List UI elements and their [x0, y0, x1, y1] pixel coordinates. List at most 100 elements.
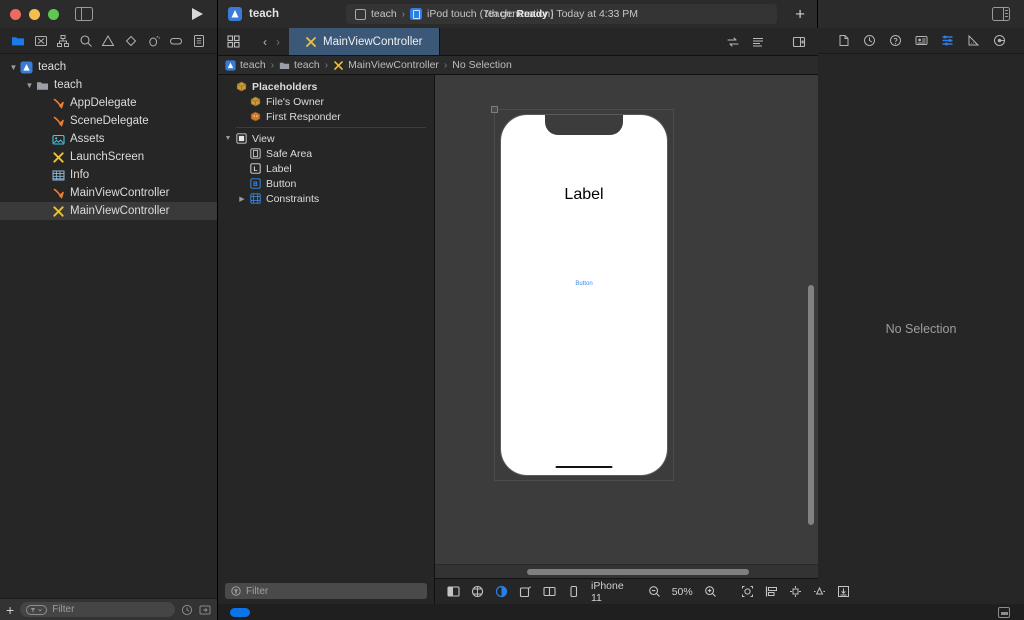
quick-help-icon[interactable] [888, 33, 903, 48]
resolve-icon[interactable] [813, 585, 826, 599]
zoom-out-icon[interactable] [648, 585, 661, 599]
status-chip[interactable] [230, 608, 250, 617]
device-notch [545, 115, 623, 135]
destination-selector[interactable]: iPod touch (7th generation) [410, 8, 554, 20]
navigator-row-label: Info [70, 169, 89, 181]
canvas-vertical-scrollbar[interactable] [808, 285, 814, 525]
outline-row[interactable]: First Responder [218, 109, 434, 124]
storyboard-icon [305, 36, 317, 48]
warning-icon[interactable] [101, 33, 116, 48]
inspector-toggle-icon[interactable] [992, 7, 1010, 21]
device-preview[interactable]: Label Button [501, 115, 667, 475]
outline-filter-field[interactable]: Filter [225, 583, 427, 599]
project-navigator-tree[interactable]: ▼teach▼teachAppDelegateSceneDelegateAsse… [0, 54, 217, 598]
source-control-icon[interactable] [33, 33, 48, 48]
navigator-row[interactable]: ▼teach [0, 76, 217, 94]
contrast-icon[interactable] [495, 585, 508, 599]
zoom-in-icon[interactable] [704, 585, 717, 599]
align-icon[interactable] [765, 585, 778, 599]
grid-icon[interactable] [227, 35, 240, 48]
disclosure-triangle-icon[interactable]: ▼ [24, 81, 35, 90]
folder-icon[interactable] [11, 33, 26, 48]
embed-icon[interactable] [789, 585, 802, 599]
disclosure-triangle-icon[interactable]: ▼ [222, 135, 234, 142]
hierarchy-icon[interactable] [56, 33, 71, 48]
outline-row[interactable]: Safe Area [218, 146, 434, 161]
outline-row[interactable]: LLabel [218, 161, 434, 176]
forward-chevron-icon[interactable]: › [276, 35, 280, 49]
unsaved-icon[interactable] [199, 604, 211, 616]
outline-row[interactable]: File's Owner [218, 94, 434, 109]
add-button[interactable]: + [795, 6, 805, 23]
jumpbar-separator: › [271, 60, 274, 71]
outline-filter-placeholder: Filter [246, 586, 268, 597]
file-inspector-icon[interactable] [836, 33, 851, 48]
canvas-device-label[interactable]: iPhone 11 [591, 580, 624, 604]
assistant-icon[interactable] [726, 35, 740, 49]
run-button[interactable] [192, 8, 203, 20]
close-button[interactable] [10, 9, 21, 20]
add-file-button[interactable]: + [6, 603, 14, 617]
outline-row[interactable]: Placeholders [218, 79, 434, 94]
navigator-row[interactable]: ▼teach [0, 58, 217, 76]
breakpoint-icon[interactable] [124, 33, 139, 48]
navigator-row[interactable]: Info [0, 166, 217, 184]
identity-inspector-icon[interactable] [914, 33, 929, 48]
navigator-row[interactable]: Assets [0, 130, 217, 148]
jumpbar-item[interactable]: MainViewController [333, 59, 439, 71]
navigator-panel: ▼teach▼teachAppDelegateSceneDelegateAsse… [0, 28, 218, 620]
fit-icon[interactable] [741, 585, 754, 599]
preview-button[interactable]: Button [501, 281, 667, 287]
scheme-selector[interactable]: teach [355, 8, 397, 20]
editor-tab-mainviewcontroller[interactable]: MainViewController [289, 28, 440, 55]
xcode-window: teach teach › iPod touch (7th generation… [0, 0, 1024, 620]
outline-row[interactable]: BButton [218, 176, 434, 191]
size-inspector-icon[interactable] [966, 33, 981, 48]
jumpbar-item[interactable]: teach [225, 59, 266, 71]
outline-row[interactable]: ▶Constraints [218, 191, 434, 206]
canvas-horizontal-scroll-track [435, 564, 818, 578]
canvas-selection-handle[interactable] [491, 106, 498, 113]
outline-row[interactable]: ▼View [218, 131, 434, 146]
minimize-button[interactable] [29, 9, 40, 20]
document-outline-tree[interactable]: PlaceholdersFile's OwnerFirst Responder ▼… [218, 75, 434, 578]
canvas-scroll-area[interactable]: Label Button [435, 75, 818, 564]
responder-icon [248, 111, 262, 122]
navigator-footer: + Filter [0, 598, 217, 620]
jump-bar[interactable]: teach›teach›MainViewController›No Select… [218, 56, 818, 75]
orientation-icon[interactable] [519, 585, 532, 599]
back-chevron-icon[interactable]: ‹ [263, 35, 267, 49]
navigator-filter-field[interactable]: Filter [20, 602, 175, 617]
tag-icon[interactable] [169, 33, 184, 48]
history-inspector-icon[interactable] [862, 33, 877, 48]
connections-inspector-icon[interactable] [992, 33, 1007, 48]
disclosure-triangle-icon[interactable]: ▶ [236, 195, 248, 203]
jumpbar-item[interactable]: No Selection [452, 59, 512, 71]
appearance-icon[interactable] [471, 585, 484, 599]
zoom-button[interactable] [48, 9, 59, 20]
navigator-toggle-icon[interactable] [75, 7, 93, 21]
search-icon[interactable] [78, 33, 93, 48]
navigator-row[interactable]: MainViewController [0, 184, 217, 202]
tab-bar-left-controls: ‹ › [218, 28, 289, 55]
canvas-horizontal-scrollbar[interactable] [527, 569, 749, 575]
jumpbar-item[interactable]: teach [279, 59, 320, 71]
preview-label[interactable]: Label [501, 186, 667, 204]
navigator-row[interactable]: MainViewController [0, 202, 217, 220]
recent-icon[interactable] [181, 604, 193, 616]
navigator-row[interactable]: LaunchScreen [0, 148, 217, 166]
navigator-row[interactable]: SceneDelegate [0, 112, 217, 130]
add-constraints-icon[interactable] [837, 585, 850, 599]
disclosure-triangle-icon[interactable]: ▼ [8, 63, 19, 72]
split-icon[interactable] [543, 585, 556, 599]
report-icon[interactable] [191, 33, 206, 48]
add-editor-icon[interactable] [792, 35, 806, 49]
debug-icon[interactable] [146, 33, 161, 48]
library-icon[interactable] [998, 607, 1010, 618]
device-bezel-icon[interactable] [447, 585, 460, 599]
device-icon[interactable] [567, 585, 580, 599]
attributes-inspector-icon[interactable] [940, 33, 955, 48]
navigator-row[interactable]: AppDelegate [0, 94, 217, 112]
canvas-zoom-level[interactable]: 50% [672, 586, 693, 598]
minimap-icon[interactable] [751, 35, 765, 49]
